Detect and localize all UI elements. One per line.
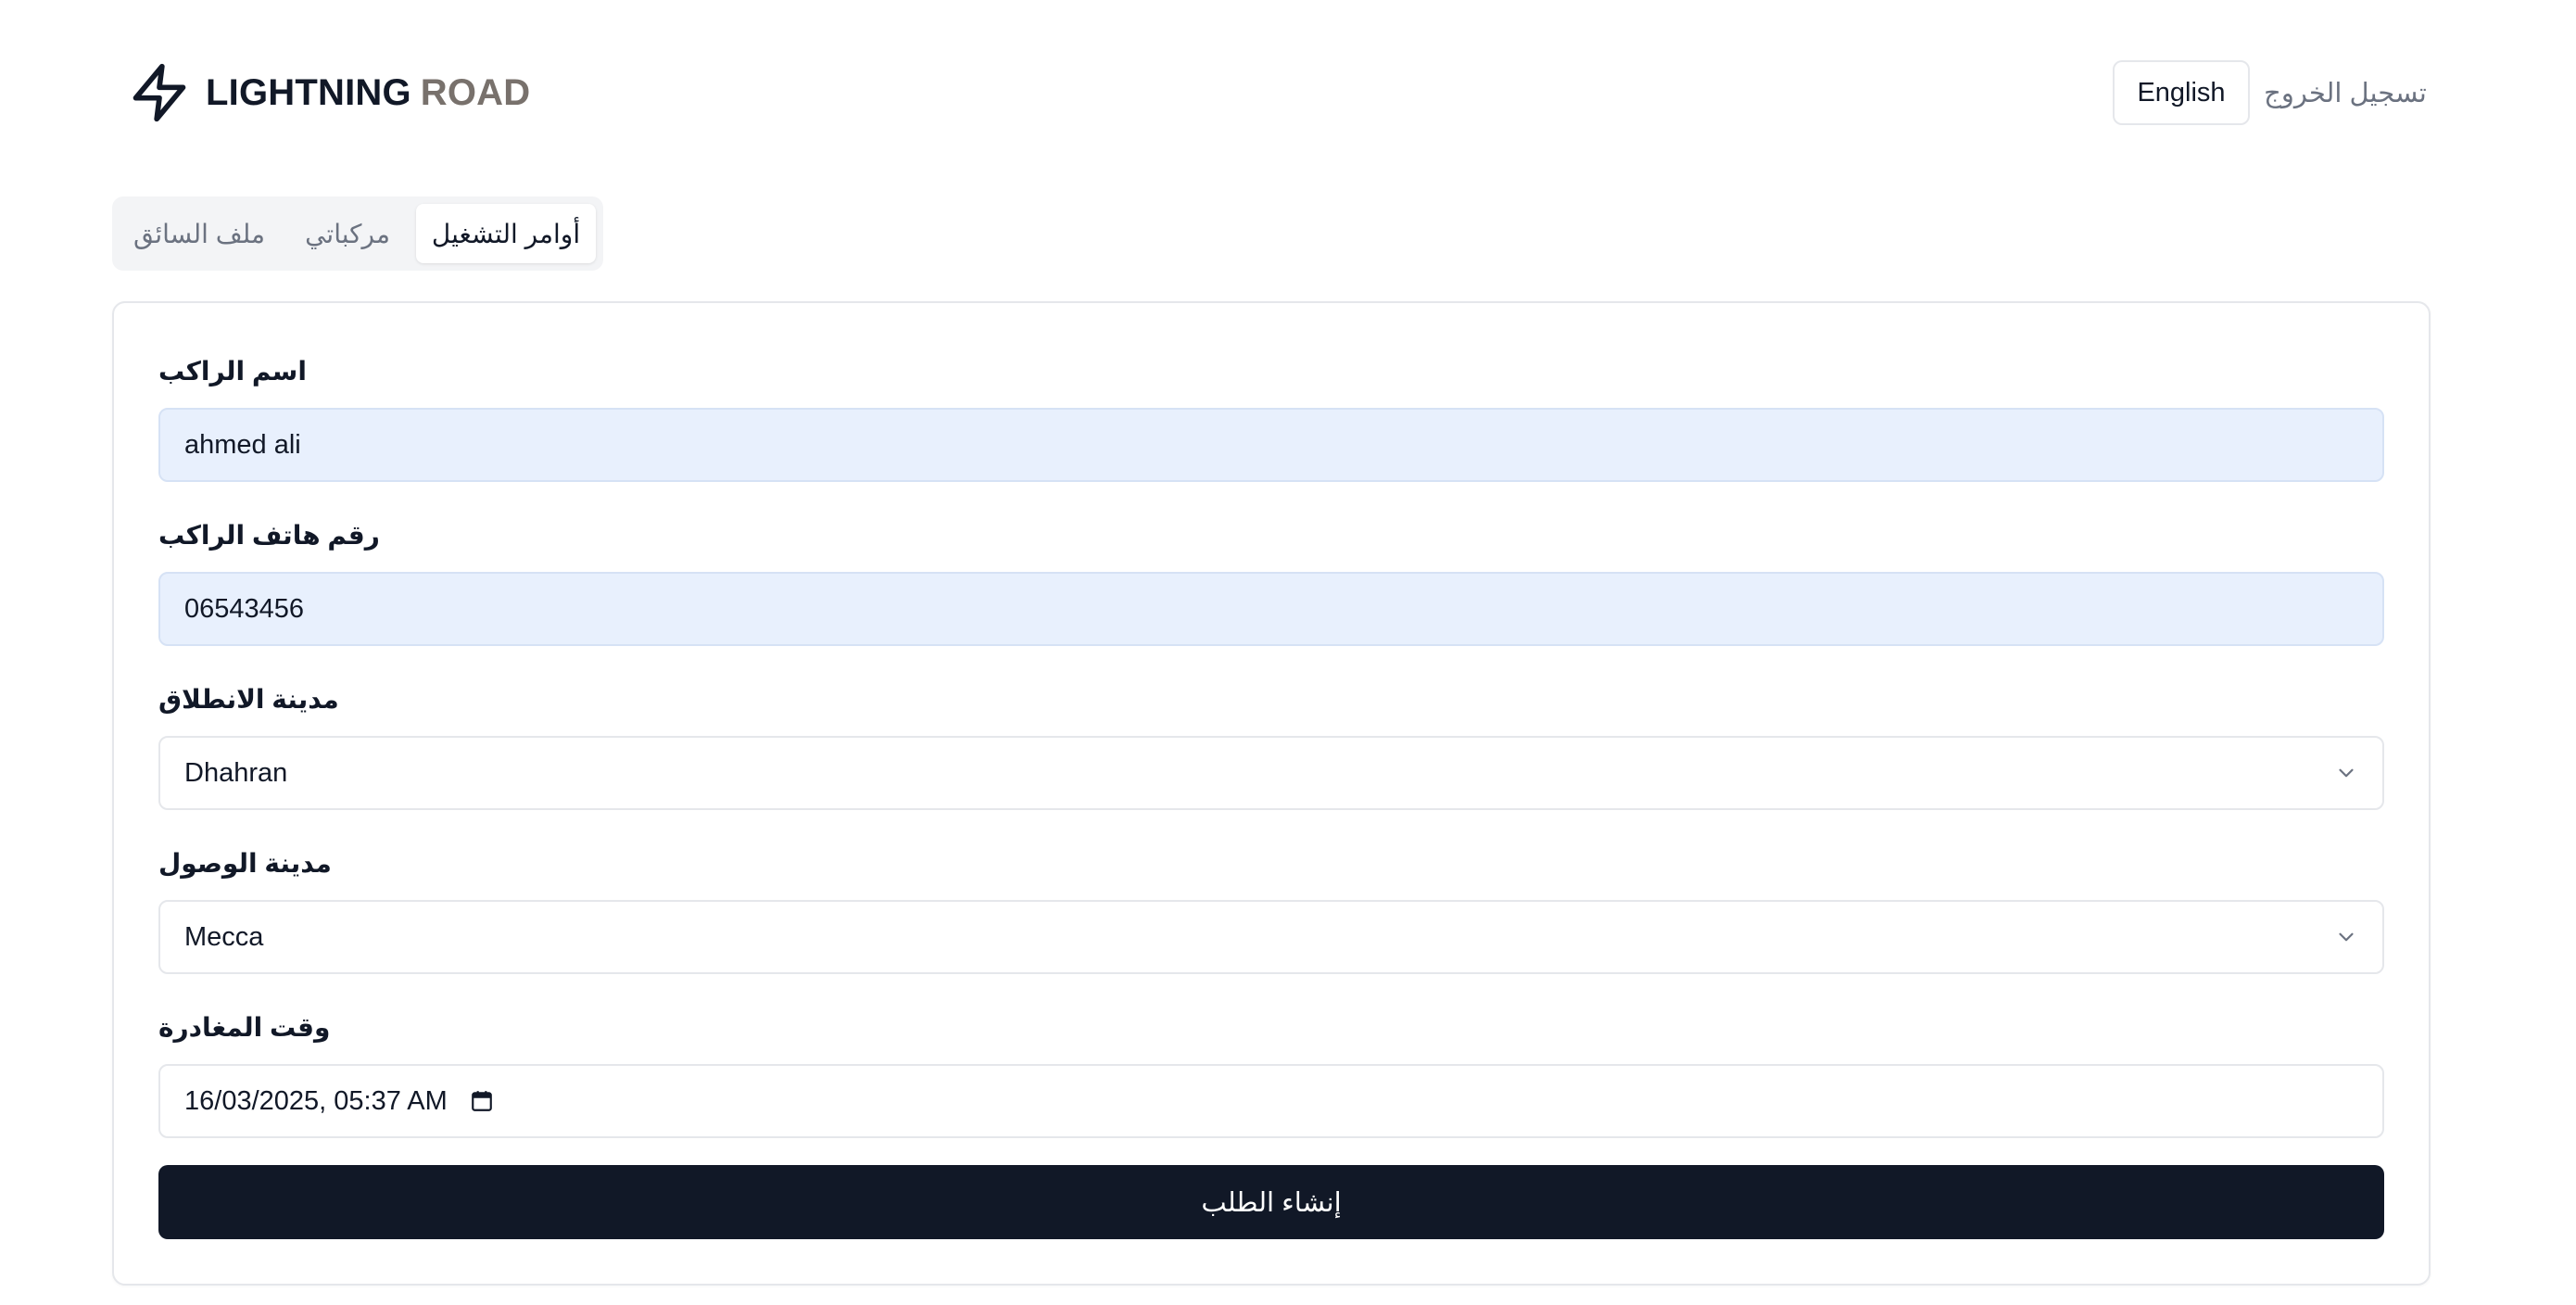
- tab-my-vehicles[interactable]: مركباتي: [283, 204, 412, 263]
- brand-logo[interactable]: LIGHTNING ROAD: [128, 59, 530, 126]
- create-order-button[interactable]: إنشاء الطلب: [158, 1165, 2384, 1239]
- rider-phone-value: 06543456: [184, 593, 305, 624]
- departure-time-display: 16/03/2025, 05:37 AM: [184, 1086, 494, 1117]
- language-toggle-button[interactable]: English: [2113, 60, 2250, 125]
- brand-word-secondary: ROAD: [420, 71, 531, 113]
- departure-city-value: Dhahran: [184, 757, 288, 788]
- page: LIGHTNING ROAD English تسجيل الخروج أوامر…: [0, 0, 2576, 1305]
- calendar-icon[interactable]: [470, 1088, 494, 1114]
- chevron-down-icon: [2339, 768, 2354, 778]
- departure-city-select[interactable]: Dhahran: [158, 736, 2384, 810]
- arrival-city-value: Mecca: [184, 921, 264, 952]
- rider-name-label: اسم الراكب: [158, 356, 307, 386]
- rider-phone-label: رقم هاتف الراكب: [158, 520, 380, 550]
- arrival-city-label: مدينة الوصول: [158, 848, 332, 878]
- departure-time-value: 16/03/2025, 05:37 AM: [184, 1085, 448, 1116]
- tab-driver-profile[interactable]: ملف السائق: [120, 204, 279, 263]
- brand-name: LIGHTNING ROAD: [206, 72, 530, 114]
- lightning-bolt-icon: [133, 63, 186, 122]
- tab-operation-orders[interactable]: أوامر التشغيل: [416, 204, 596, 263]
- logout-link[interactable]: تسجيل الخروج: [2261, 60, 2430, 125]
- departure-time-input[interactable]: 16/03/2025, 05:37 AM: [158, 1064, 2384, 1138]
- rider-name-input[interactable]: ahmed ali: [158, 408, 2384, 482]
- departure-time-label: وقت المغادرة: [158, 1012, 331, 1042]
- rider-name-value: ahmed ali: [184, 429, 301, 460]
- rider-phone-input[interactable]: 06543456: [158, 572, 2384, 646]
- arrival-city-select[interactable]: Mecca: [158, 900, 2384, 974]
- brand-word-primary: LIGHTNING: [206, 71, 411, 113]
- tab-bar: أوامر التشغيل مركباتي ملف السائق: [112, 196, 603, 271]
- chevron-down-icon: [2339, 932, 2354, 942]
- departure-city-label: مدينة الانطلاق: [158, 684, 339, 714]
